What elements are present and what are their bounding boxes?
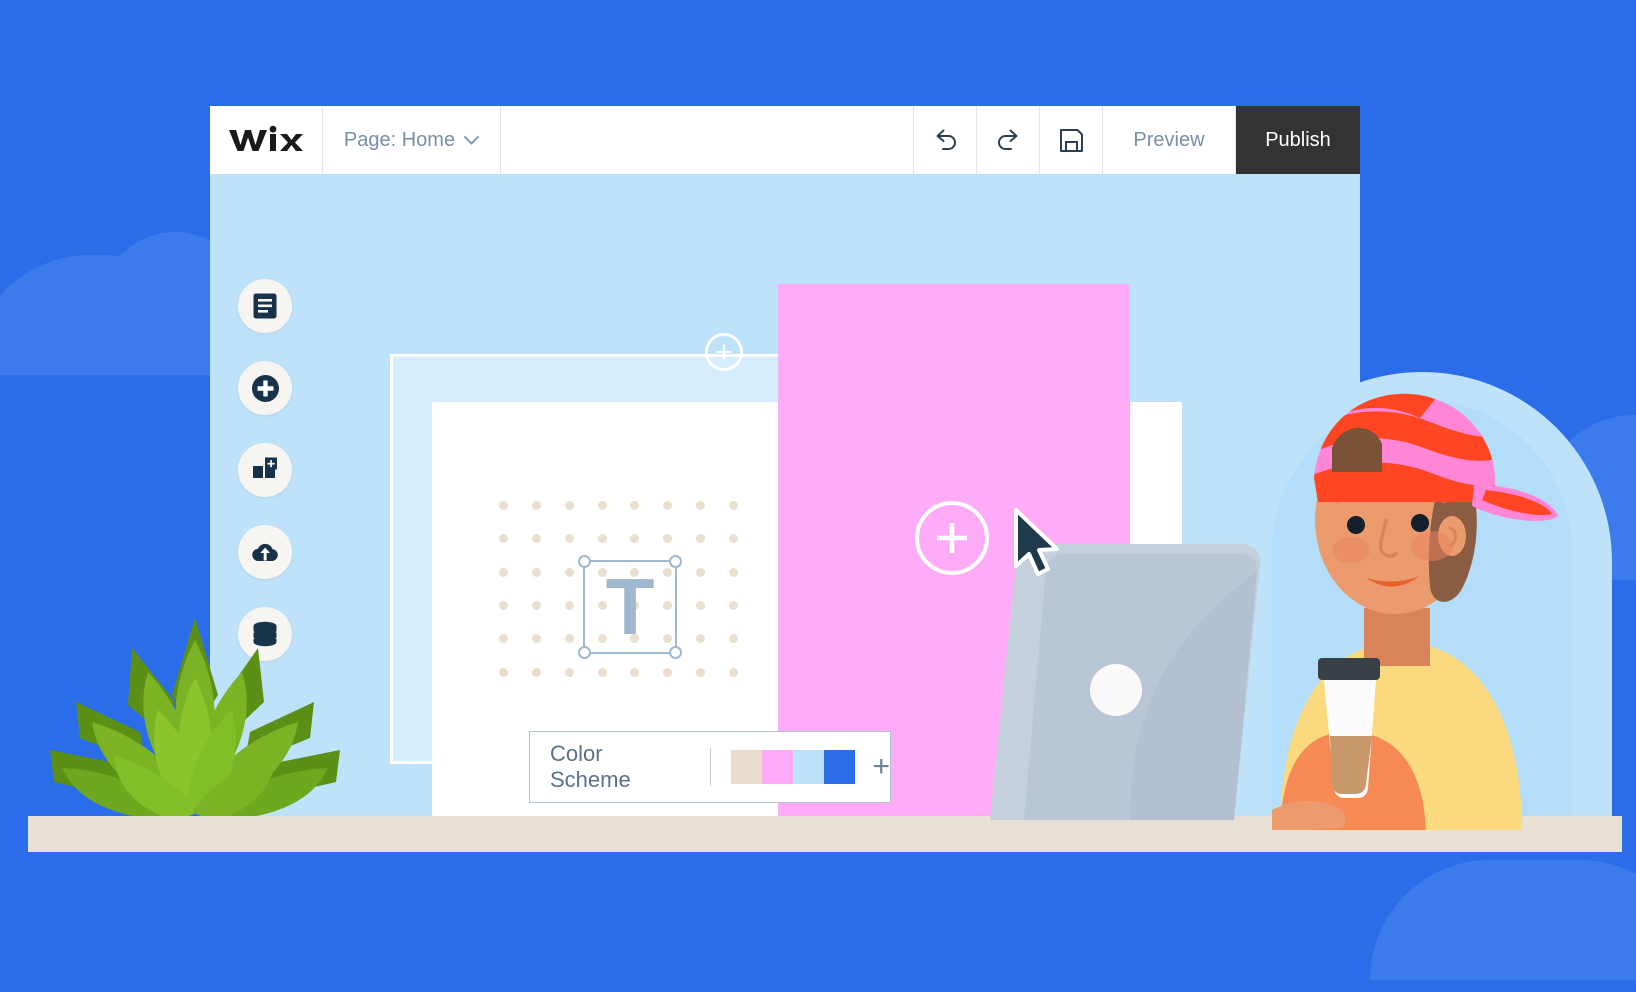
grid-dot [696, 567, 706, 577]
cheek-right [1411, 531, 1453, 561]
color-swatch-blue[interactable] [824, 750, 856, 784]
color-scheme-title: Color Scheme [550, 741, 631, 792]
grid-dot [498, 534, 508, 544]
document-pages-icon [253, 293, 277, 319]
laptop-logo [1090, 664, 1142, 716]
chevron-down-icon [464, 135, 479, 145]
grid-dot [729, 534, 739, 544]
grid-dot [531, 667, 541, 677]
grid-dot [729, 634, 739, 644]
grid-dot [498, 634, 508, 644]
sidebar-item-add-apps[interactable] [238, 443, 292, 497]
sidebar-item-menus-and-pages[interactable] [238, 279, 292, 333]
grid-dot [498, 667, 508, 677]
grid-dot [663, 501, 673, 511]
page-selector-label: Page: Home [343, 128, 456, 151]
grid-dot [531, 634, 541, 644]
grid-dot [729, 501, 739, 511]
mouse-arrow-cursor [1014, 508, 1059, 576]
grid-dot [597, 534, 607, 544]
grid-dot [696, 501, 706, 511]
add-section-button[interactable] [705, 333, 743, 371]
grid-dot [498, 601, 508, 611]
neck [1364, 608, 1430, 666]
grid-dot [498, 567, 508, 577]
grid-dot [564, 534, 574, 544]
color-scheme-divider [710, 748, 712, 786]
text-element-glyph: T [605, 562, 655, 651]
color-swatch-pink[interactable] [762, 750, 794, 784]
apps-grid-plus-icon [253, 457, 277, 478]
eye-left [1347, 516, 1365, 534]
grid-dot [597, 501, 607, 511]
redo-arrow-icon [997, 129, 1017, 150]
save-button[interactable] [1040, 106, 1103, 174]
plus-circle-icon [251, 374, 279, 402]
resize-handle-bottom-left[interactable] [578, 646, 591, 659]
undo-button[interactable] [914, 106, 977, 174]
resize-handle-top-left[interactable] [578, 555, 591, 568]
add-element-button[interactable] [915, 501, 989, 575]
editor-toolbar: WIX Page: Home [210, 106, 1360, 174]
grid-dot [564, 501, 574, 511]
grid-dot [531, 534, 541, 544]
grid-dot [630, 667, 640, 677]
grid-dot [531, 567, 541, 577]
plus-circle-outline-icon [937, 523, 967, 553]
wix-logo[interactable]: WIX [210, 106, 323, 174]
publish-label: Publish [1265, 128, 1331, 151]
preview-label: Preview [1133, 128, 1205, 151]
color-swatch-light-blue[interactable] [793, 750, 825, 784]
toolbar-spacer [501, 106, 914, 174]
page-selector[interactable]: Page: Home [323, 106, 501, 174]
grid-dot [531, 501, 541, 511]
resize-handle-top-right[interactable] [669, 555, 682, 568]
laptop [990, 544, 1261, 820]
grid-dot [531, 601, 541, 611]
grid-dot [696, 634, 706, 644]
grid-dot [663, 667, 673, 677]
color-scheme-swatch-list [731, 750, 856, 784]
cloud-upload-icon [252, 543, 278, 561]
plus-circle-outline-icon [716, 344, 732, 360]
redo-button[interactable] [977, 106, 1040, 174]
grid-dot [564, 601, 574, 611]
background-cloud-bottom [1370, 860, 1636, 980]
illustration-stage: WIX Page: Home [0, 0, 1636, 992]
publish-button[interactable]: Publish [1236, 106, 1360, 174]
floppy-disk-save-icon [1059, 128, 1083, 152]
grid-dot [729, 601, 739, 611]
sidebar-item-add-elements[interactable] [238, 361, 292, 415]
wix-logo-icon [229, 125, 303, 151]
undo-arrow-icon [936, 129, 956, 150]
grid-dot [498, 501, 508, 511]
grid-dot [630, 534, 640, 544]
agave-plant [50, 618, 340, 822]
grid-dot [729, 667, 739, 677]
cheek-left [1332, 537, 1370, 563]
person-at-laptop-scene [990, 393, 1558, 830]
eye-right [1411, 514, 1429, 532]
color-scheme-panel[interactable]: Color Scheme + [529, 731, 891, 803]
grid-dot [696, 534, 706, 544]
selected-text-element[interactable]: T [578, 555, 682, 659]
grid-dot [564, 667, 574, 677]
grid-dot [696, 667, 706, 677]
grid-dot [663, 534, 673, 544]
resize-handle-bottom-right[interactable] [669, 646, 682, 659]
color-swatch-beige[interactable] [731, 750, 763, 784]
grid-dot [729, 567, 739, 577]
grid-dot [696, 601, 706, 611]
preview-button[interactable]: Preview [1103, 106, 1236, 174]
grid-dot [564, 567, 574, 577]
grid-dot [597, 667, 607, 677]
grid-dot [630, 501, 640, 511]
grid-dot [564, 634, 574, 644]
add-color-button[interactable]: + [872, 752, 890, 782]
sidebar-item-my-uploads[interactable] [238, 525, 292, 579]
